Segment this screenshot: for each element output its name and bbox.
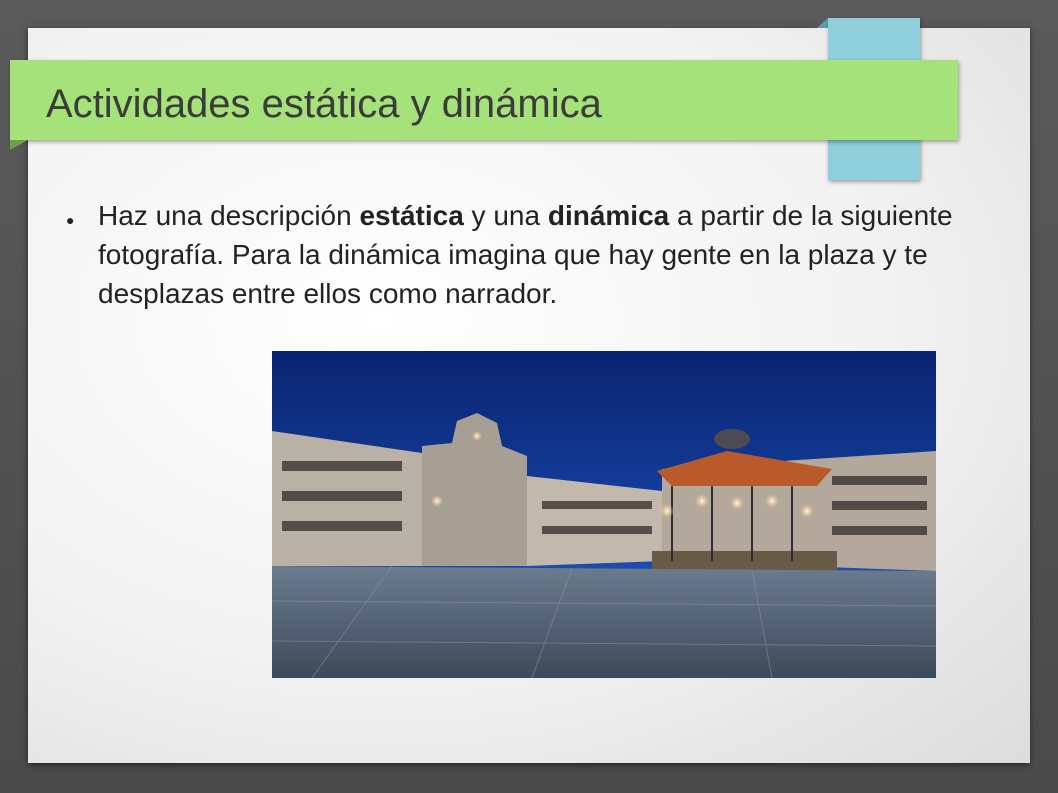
photo-plaza-ground xyxy=(272,566,936,678)
photo-dome xyxy=(714,429,750,449)
slide-title: Actividades estática y dinámica xyxy=(46,82,602,126)
body-text-part1: Haz una descripción xyxy=(98,200,360,231)
body-text-part2: y una xyxy=(463,200,548,231)
slide-body-text: Haz una descripción estática y una dinám… xyxy=(98,196,978,313)
plaza-photo xyxy=(272,351,936,678)
accent-tab-fold xyxy=(817,18,828,28)
title-band-fold xyxy=(10,140,28,150)
body-bold-dinamica: dinámica xyxy=(547,200,670,231)
body-bold-estatica: estática xyxy=(359,200,464,231)
bullet-icon: ● xyxy=(66,212,75,228)
photo-building-middle xyxy=(527,476,662,566)
